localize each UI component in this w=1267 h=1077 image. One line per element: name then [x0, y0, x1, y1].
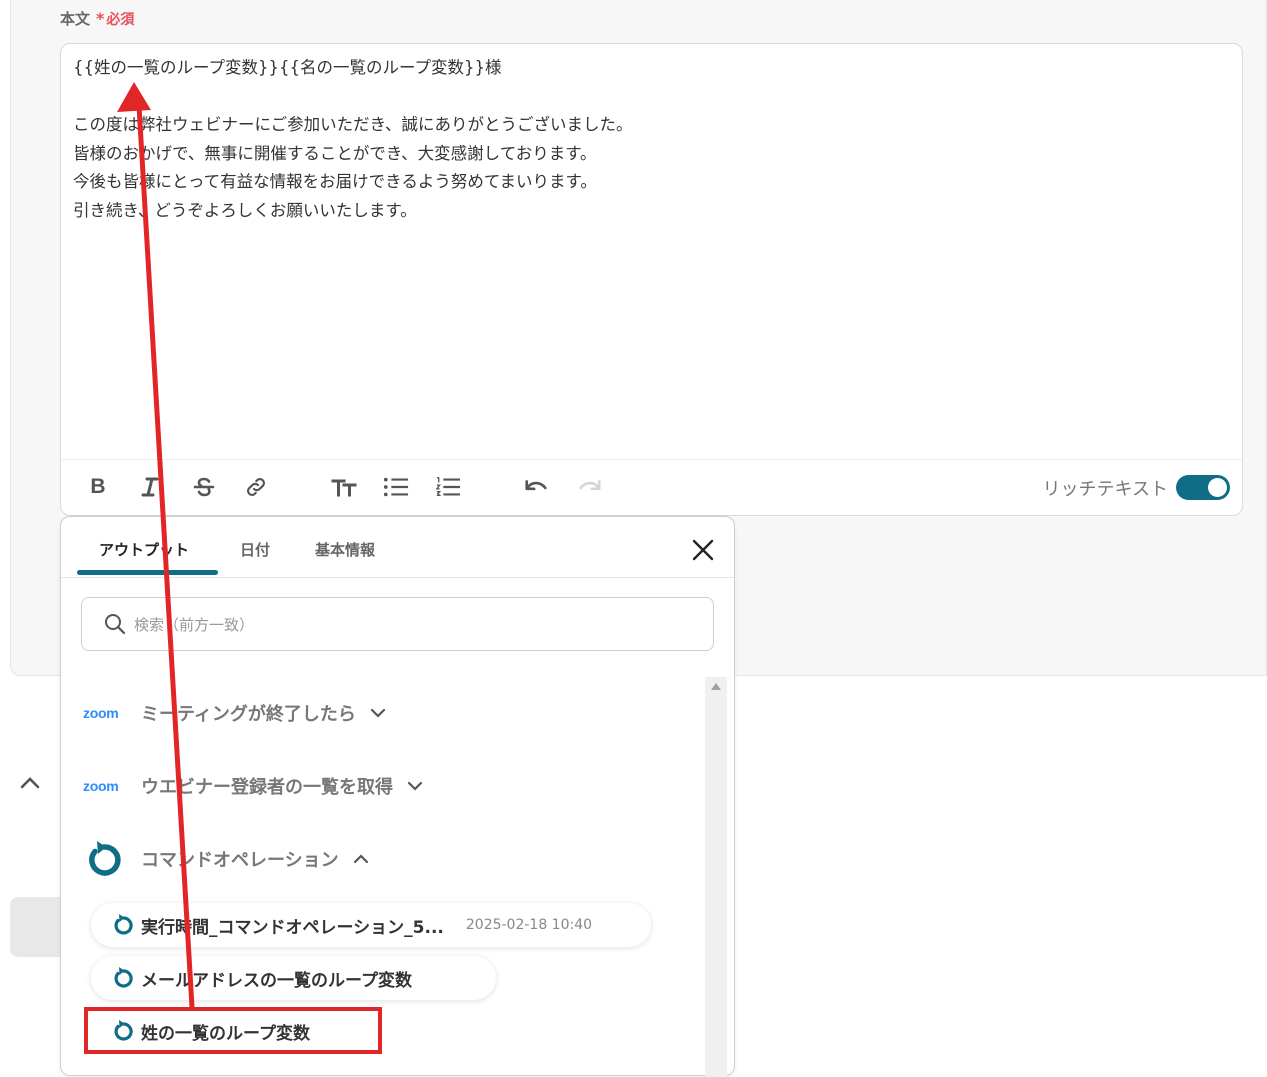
active-tab-indicator	[77, 570, 218, 575]
zoom-logo: zoom	[83, 705, 119, 721]
strikethrough-button[interactable]	[191, 474, 217, 500]
numbered-list-icon	[435, 477, 461, 497]
scrollbar[interactable]	[705, 677, 727, 1077]
tab-basic-info[interactable]: 基本情報	[315, 539, 375, 560]
search-icon	[105, 614, 126, 635]
tab-date[interactable]: 日付	[240, 539, 270, 560]
bullet-list-button[interactable]	[383, 474, 409, 500]
rich-text-toggle[interactable]	[1176, 475, 1230, 500]
group-label: ミーティングが終了したら	[141, 704, 356, 725]
field-label: 本文 * 必須	[60, 8, 134, 29]
link-icon	[247, 478, 265, 496]
bold-button[interactable]: B	[85, 474, 111, 500]
field-label-text: 本文	[60, 10, 91, 28]
item-label: 実行時間_コマンドオペレーション_5...	[141, 917, 444, 938]
collapse-chevron-icon[interactable]	[20, 774, 40, 790]
annotation-highlight-box	[84, 1007, 382, 1054]
editor-toolbar: B リッチテキスト	[61, 459, 1242, 515]
bold-icon: B	[90, 475, 106, 498]
close-icon[interactable]	[690, 537, 716, 563]
output-item-email-loop[interactable]: メールアドレスの一覧のループ変数	[91, 956, 496, 1000]
item-label: メールアドレスの一覧のループ変数	[141, 970, 412, 991]
bullet-list-icon	[383, 477, 409, 497]
group-meeting-ended[interactable]: zoom ミーティングが終了したら	[83, 697, 386, 729]
text-size-icon	[331, 479, 357, 497]
group-label: ウエビナー登録者の一覧を取得	[141, 777, 393, 798]
undo-button[interactable]	[523, 474, 549, 500]
redo-icon	[579, 480, 601, 491]
redo-button[interactable]	[577, 474, 603, 500]
scroll-up-icon[interactable]	[711, 683, 721, 690]
loop-icon	[89, 841, 121, 876]
output-item-execution-time[interactable]: 実行時間_コマンドオペレーション_5... 2025-02-18 10:40	[91, 903, 651, 947]
required-text: 必須	[106, 12, 135, 28]
search-box	[81, 597, 714, 651]
tab-output[interactable]: アウトプット	[99, 539, 189, 560]
group-webinar-registrants[interactable]: zoom ウエビナー登録者の一覧を取得	[83, 770, 423, 802]
toggle-knob	[1208, 478, 1227, 497]
zoom-logo: zoom	[83, 778, 119, 794]
body-editor[interactable]: {{姓の一覧のループ変数}}{{名の一覧のループ変数}}様 この度は弊社ウェビナ…	[60, 43, 1243, 516]
picker-tabs: アウトプット 日付 基本情報	[61, 517, 734, 578]
chevron-down-icon	[370, 708, 386, 718]
italic-icon	[141, 477, 159, 497]
required-mark: *	[96, 9, 105, 28]
variable-picker-popup: アウトプット 日付 基本情報 zoom ミーティングが終了したら zoom ウエ…	[60, 516, 735, 1077]
search-input[interactable]	[132, 610, 696, 640]
chevron-up-icon	[353, 854, 368, 864]
loop-icon	[114, 967, 133, 988]
text-size-button[interactable]	[331, 474, 357, 500]
group-command-operation[interactable]: コマンドオペレーション	[83, 837, 369, 881]
group-label: コマンドオペレーション	[141, 850, 339, 871]
numbered-list-button[interactable]	[435, 474, 461, 500]
undo-icon	[525, 480, 547, 491]
strikethrough-icon	[193, 477, 215, 497]
italic-button[interactable]	[137, 474, 163, 500]
editor-content[interactable]: {{姓の一覧のループ変数}}{{名の一覧のループ変数}}様 この度は弊社ウェビナ…	[73, 54, 633, 225]
rich-text-label: リッチテキスト	[1042, 479, 1168, 500]
item-timestamp: 2025-02-18 10:40	[465, 917, 593, 933]
chevron-down-icon	[407, 781, 423, 791]
link-button[interactable]	[243, 474, 269, 500]
loop-icon	[114, 914, 133, 935]
